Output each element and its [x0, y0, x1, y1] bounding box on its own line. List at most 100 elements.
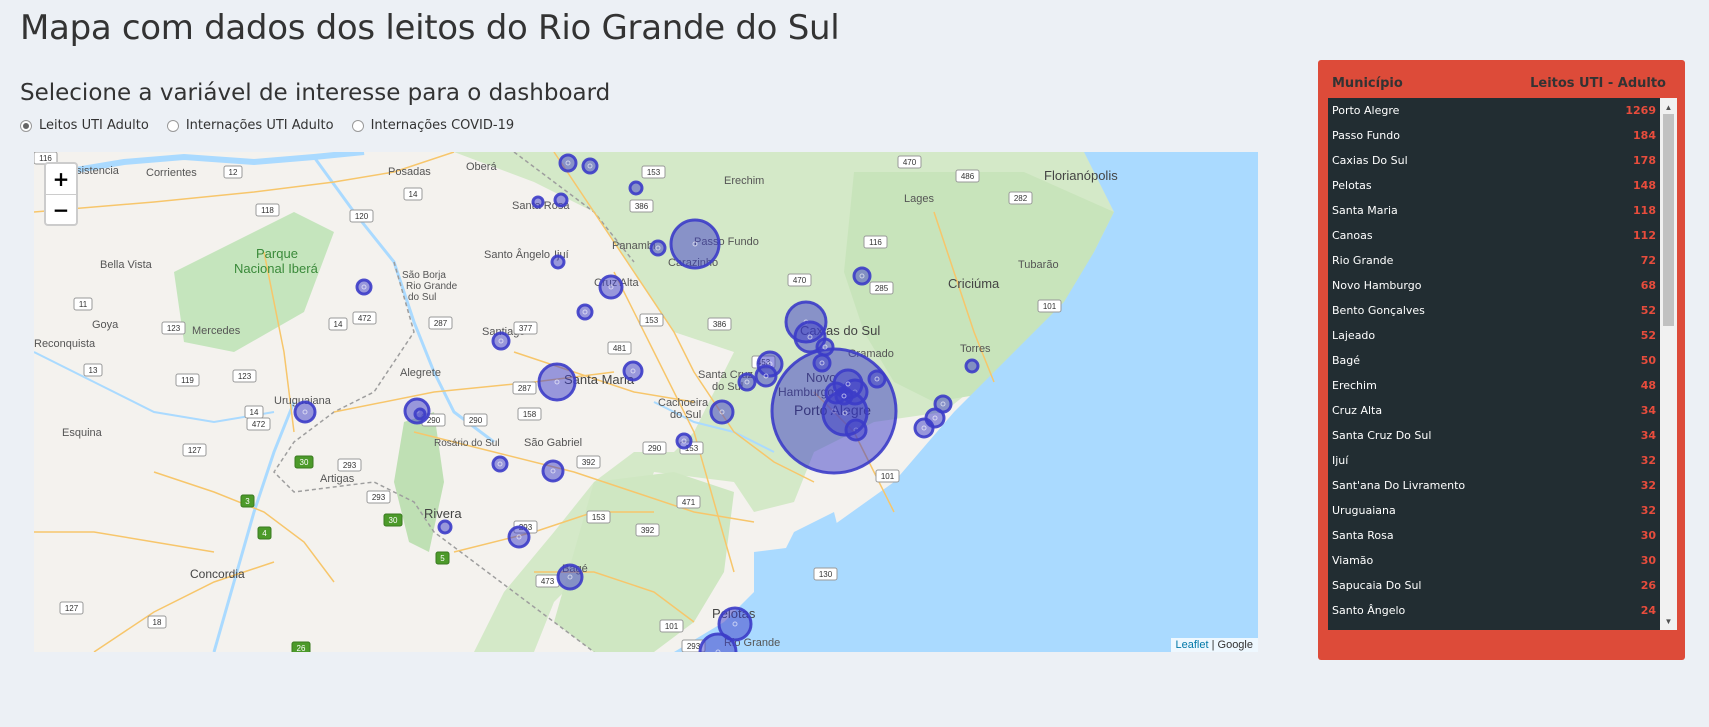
table-row[interactable]: Caxias Do Sul 178 [1328, 148, 1660, 173]
municipio-marker[interactable] [675, 432, 693, 450]
radio-button-checked[interactable] [20, 119, 32, 132]
table-row[interactable]: Passo Fundo 184 [1328, 123, 1660, 148]
road-shield-icon: 11 [73, 297, 93, 311]
leitos-cell: 32 [1640, 454, 1656, 467]
map-label: Lages [904, 193, 934, 205]
municipio-marker[interactable] [507, 525, 531, 549]
road-shield-icon: 472 [246, 417, 271, 431]
municipio-cell: Viamão [1332, 554, 1374, 567]
radio-button[interactable] [351, 119, 364, 132]
municipio-marker[interactable] [669, 218, 721, 270]
map-label: Parque [256, 246, 298, 261]
leitos-cell: 32 [1640, 479, 1656, 492]
road-shield-icon: 386 [707, 317, 732, 331]
table-scrollbar[interactable]: ▲ ▼ [1660, 98, 1677, 630]
svg-text:14: 14 [250, 408, 259, 417]
radio-internacoes-covid[interactable]: Internações COVID-19 [351, 118, 514, 133]
municipio-marker[interactable] [531, 195, 545, 209]
table-row[interactable]: Sapucaia Do Sul 26 [1328, 573, 1660, 598]
municipio-marker[interactable] [491, 331, 511, 351]
table-row[interactable]: Porto Alegre 1269 [1328, 98, 1660, 123]
municipio-marker[interactable] [867, 369, 887, 389]
svg-text:116: 116 [869, 238, 882, 247]
table-row[interactable]: Novo Hamburgo 68 [1328, 273, 1660, 298]
attribution-separator: | [1211, 639, 1215, 651]
radio-leitos-uti-adulto[interactable]: Leitos UTI Adulto [20, 118, 149, 133]
table-row[interactable]: Cruz Alta 34 [1328, 398, 1660, 423]
road-shield-icon: 13 [83, 363, 103, 377]
municipio-cell: Bagé [1332, 354, 1361, 367]
map-label: Alegrete [400, 367, 441, 379]
svg-text:119: 119 [181, 376, 194, 385]
map-label: Corrientes [146, 167, 197, 179]
leitos-cell: 30 [1640, 529, 1656, 542]
municipio-marker[interactable] [815, 337, 835, 357]
municipio-marker[interactable] [355, 278, 373, 296]
municipio-marker[interactable] [628, 180, 644, 196]
table-row[interactable]: Erechim 48 [1328, 373, 1660, 398]
leaflet-link[interactable]: Leaflet [1176, 639, 1209, 651]
table-row[interactable]: Santa Rosa 30 [1328, 523, 1660, 548]
svg-text:5: 5 [440, 554, 445, 563]
table-row[interactable]: Uruguaiana 32 [1328, 498, 1660, 523]
svg-text:392: 392 [582, 458, 596, 467]
radio-internacoes-uti-adulto[interactable]: Internações UTI Adulto [166, 118, 334, 133]
municipio-marker[interactable] [964, 358, 980, 374]
municipio-marker[interactable] [834, 386, 854, 406]
municipio-marker[interactable] [293, 400, 317, 424]
road-shield-icon: 116 [863, 235, 888, 249]
table-row[interactable]: Lajeado 52 [1328, 323, 1660, 348]
table-row[interactable]: Pelotas 148 [1328, 173, 1660, 198]
municipio-marker[interactable] [550, 254, 566, 270]
municipio-marker[interactable] [598, 274, 624, 300]
road-shield-icon: 123 [232, 369, 257, 383]
table-row[interactable]: Bagé 50 [1328, 348, 1660, 373]
table-row[interactable]: Canoas 112 [1328, 223, 1660, 248]
municipio-marker[interactable] [553, 192, 569, 208]
municipio-marker[interactable] [754, 364, 778, 388]
municipio-marker[interactable] [558, 153, 578, 173]
column-header-municipio[interactable]: Município [1330, 76, 1403, 91]
svg-text:153: 153 [647, 168, 661, 177]
radio-button[interactable] [166, 119, 179, 132]
scroll-thumb[interactable] [1663, 114, 1674, 326]
table-body[interactable]: Porto Alegre 1269 Passo Fundo 184 Caxias Do … [1328, 98, 1677, 630]
road-shield-icon: 119 [175, 373, 200, 387]
municipio-marker[interactable] [437, 519, 453, 535]
municipio-marker[interactable] [737, 372, 757, 392]
road-shield-icon: 14 [244, 405, 264, 419]
leitos-cell: 52 [1640, 304, 1656, 317]
municipio-marker[interactable] [413, 407, 427, 421]
municipio-cell: Novo Hamburgo [1332, 279, 1422, 292]
municipio-marker[interactable] [556, 563, 584, 591]
table-row[interactable]: Santo Ângelo 24 [1328, 598, 1660, 623]
table-row[interactable]: Sant'ana Do Livramento 32 [1328, 473, 1660, 498]
municipio-marker[interactable] [649, 239, 667, 257]
municipio-marker[interactable] [709, 399, 735, 425]
municipio-marker[interactable] [537, 362, 577, 402]
column-header-leitos[interactable]: Leitos UTI - Adulto [1530, 76, 1674, 91]
municipio-marker[interactable] [541, 459, 565, 483]
svg-text:127: 127 [65, 604, 79, 613]
municipio-marker[interactable] [933, 394, 953, 414]
scroll-down-icon[interactable]: ▼ [1660, 614, 1677, 628]
table-row[interactable]: Rio Grande 72 [1328, 248, 1660, 273]
municipio-marker[interactable] [812, 353, 832, 373]
svg-text:153: 153 [592, 513, 606, 522]
municipio-marker[interactable] [576, 303, 594, 321]
table-row[interactable]: Bento Gonçalves 52 [1328, 298, 1660, 323]
scroll-up-icon[interactable]: ▲ [1660, 100, 1677, 114]
table-row[interactable]: Viamão 30 [1328, 548, 1660, 573]
table-row[interactable]: Santa Maria 118 [1328, 198, 1660, 223]
municipio-marker[interactable] [491, 455, 509, 473]
table-row[interactable]: Ijuí 32 [1328, 448, 1660, 473]
municipio-marker[interactable] [581, 157, 599, 175]
leaflet-map[interactable]: Florianópolis Lages Erechim Passo Fundo … [34, 152, 1258, 652]
zoom-out-button[interactable]: − [46, 194, 76, 224]
svg-text:386: 386 [713, 320, 727, 329]
table-row[interactable]: Santa Cruz Do Sul 34 [1328, 423, 1660, 448]
municipio-marker[interactable] [852, 266, 872, 286]
municipio-marker[interactable] [717, 606, 753, 642]
zoom-in-button[interactable]: + [46, 164, 76, 194]
municipio-marker[interactable] [622, 360, 644, 382]
